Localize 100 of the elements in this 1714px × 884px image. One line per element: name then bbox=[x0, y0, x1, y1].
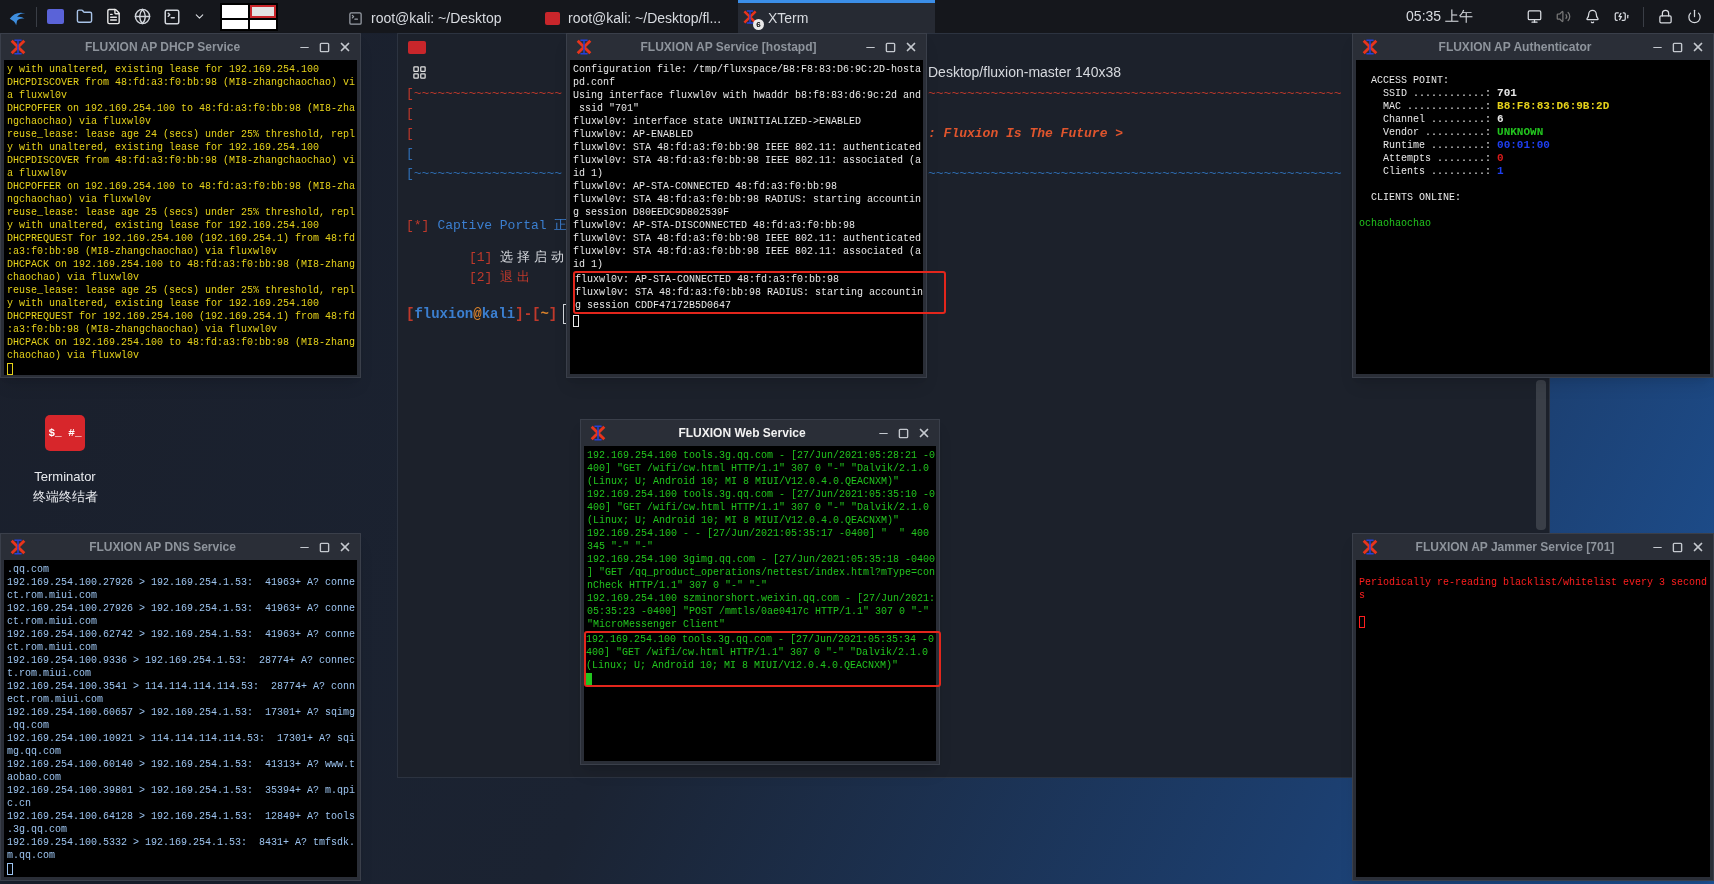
close-icon[interactable] bbox=[904, 40, 918, 54]
terminal-line: 192.169.254.100.64128 > 192.169.254.1.53: 12849+ A? tools bbox=[7, 810, 354, 823]
field-value: 0 bbox=[1497, 152, 1504, 165]
section-heading: ACCESS POINT: bbox=[1370, 74, 1450, 87]
terminal-line: y with unaltered, existing lease for 192.169.254.100 bbox=[7, 63, 321, 76]
browser-icon[interactable] bbox=[134, 8, 151, 25]
maximize-icon[interactable] bbox=[1672, 41, 1683, 53]
terminal-line: fluxwl0v: interface state UNINITIALIZED->ENABLED bbox=[573, 115, 863, 128]
option-key: [2] bbox=[469, 268, 493, 288]
grid-menu-icon[interactable] bbox=[412, 64, 427, 80]
terminal-line: fluxwl0v: STA 48:fd:a3:f0:bb:98 IEEE 802.11: associated (a bbox=[573, 154, 920, 167]
banner-line: [ bbox=[406, 105, 415, 123]
terminal-line: "MicroMessenger Client" bbox=[587, 618, 727, 631]
prompt-text: ] bbox=[548, 305, 558, 324]
terminal-line: fluxwl0v: AP-ENABLED bbox=[573, 128, 695, 141]
terminal-line: DHCPACK on 192.169.254.100 to 48:fd:a3:f0:bb:98 (MI8-zhang bbox=[7, 258, 354, 271]
field-label: Attempts ........: bbox=[1383, 152, 1492, 165]
terminal-line: Periodically re-reading blacklist/whitelist every 3 second bbox=[1359, 576, 1707, 589]
terminal-line: 400] "GET /wifi/cw.html HTTP/1.1" 307 0 "-" "Dalvik/2.1.0 bbox=[587, 462, 931, 475]
taskbar-button[interactable]: root@kali: ~/Desktop/fl... bbox=[541, 0, 738, 33]
terminal-line: y with unaltered, existing lease for 192.169.254.100 bbox=[7, 219, 321, 232]
field-label: Runtime .........: bbox=[1383, 139, 1492, 152]
terminal-line: ect.rom.miui.com bbox=[7, 693, 104, 706]
lock-icon[interactable] bbox=[1658, 9, 1673, 24]
field-value: UNKNOWN bbox=[1497, 126, 1544, 139]
x-logo-icon bbox=[1361, 38, 1379, 56]
window-title: FLUXION Web Service bbox=[677, 425, 807, 442]
field-value: 701 bbox=[1497, 87, 1517, 100]
terminal-line: ] "GET /qq_product_operations/nettest/index.html?mType=con bbox=[587, 566, 933, 579]
scrollbar[interactable] bbox=[1536, 380, 1546, 530]
maximize-icon[interactable] bbox=[898, 427, 909, 439]
close-icon[interactable] bbox=[338, 40, 352, 54]
option-label[interactable]: 选择启动 bbox=[500, 248, 569, 268]
terminal-line: fluxwl0v: STA 48:fd:a3:f0:bb:98 IEEE 802.11: authenticated bbox=[573, 232, 920, 245]
terminal-line: Using interface fluxwl0v with hwaddr b8:f8:83:d6:9c:2d and bbox=[573, 89, 920, 102]
terminal-line: reuse_lease: lease age 25 (secs) under 25% threshold, repl bbox=[7, 284, 354, 297]
client-name: ochaohaochao bbox=[1359, 217, 1432, 230]
maximize-icon[interactable] bbox=[319, 41, 330, 53]
terminal-line: DHCPDISCOVER from 48:fd:a3:f0:bb:98 (MI8-zhangchaochao) vi bbox=[7, 154, 354, 167]
taskbar-button[interactable]: 6 XTerm bbox=[738, 0, 935, 33]
banner-line: [ bbox=[406, 145, 415, 163]
terminal-line: ct.rom.miui.com bbox=[7, 615, 98, 628]
terminal-line: g session D80EEDC9D802539F bbox=[573, 206, 731, 219]
terminal-line: 192.169.254.100 3gimg.qq.com - [27/Jun/2021:05:35:18 -0400 bbox=[587, 553, 933, 566]
power-icon[interactable] bbox=[1687, 9, 1702, 24]
x-logo-icon bbox=[589, 424, 607, 442]
terminator-app-icon[interactable]: $_ #_ bbox=[45, 415, 85, 451]
text-editor-icon[interactable] bbox=[105, 8, 122, 25]
terminal-line: s bbox=[1359, 589, 1366, 602]
maximize-icon[interactable] bbox=[1672, 541, 1683, 553]
terminal-line: fluxwl0v: STA 48:fd:a3:f0:bb:98 IEEE 802.11: associated (a bbox=[573, 245, 920, 258]
taskbar-button[interactable]: root@kali: ~/Desktop bbox=[344, 0, 541, 33]
terminal-line: fluxwl0v: STA 48:fd:a3:f0:bb:98 RADIUS: starting accountin bbox=[575, 286, 925, 299]
terminal-line: DHCPDISCOVER from 48:fd:a3:f0:bb:98 (MI8-zhangchaochao) vi bbox=[7, 76, 354, 89]
maximize-icon[interactable] bbox=[885, 41, 896, 53]
terminal-line: nCheck HTTP/1.1" 307 0 "-" "-" bbox=[587, 579, 769, 592]
terminal-line: m.qq.com bbox=[7, 849, 56, 862]
terminal-line: 192.169.254.100 szminorshort.weixin.qq.com - [27/Jun/2021: bbox=[587, 592, 933, 605]
menu-heading: Captive Portal 正 bbox=[437, 217, 568, 235]
banner-line: ~~~~~~~~~~~~~~~~~~~~~~~~~~~~~~~~~~~~~~~~~~~~~~~~~~~~~ bbox=[928, 85, 1343, 103]
count-badge: 6 bbox=[753, 19, 764, 30]
field-value: 6 bbox=[1497, 113, 1504, 126]
icon-label[interactable]: 终端终结者 bbox=[32, 486, 98, 506]
close-icon[interactable] bbox=[1691, 540, 1705, 554]
terminal-line: DHCPOFFER on 192.169.254.100 to 48:fd:a3:f0:bb:98 (MI8-zha bbox=[7, 102, 354, 115]
terminal-line: 192.169.254.100 tools.3g.qq.com - [27/Jun/2021:05:28:21 -0 bbox=[587, 449, 933, 462]
volume-icon[interactable] bbox=[1556, 9, 1571, 24]
window-title: Desktop/fluxion-master 140x38 bbox=[928, 63, 1122, 82]
folder-icon[interactable] bbox=[76, 8, 93, 25]
maximize-icon[interactable] bbox=[319, 541, 330, 553]
terminal-line: :a3:f0:bb:98 (MI8-zhangchaochao) via fluxwl0v bbox=[7, 323, 279, 336]
window-title: FLUXION AP DNS Service bbox=[88, 539, 237, 556]
terminal-line: 192.169.254.100.62742 > 192.169.254.1.53: 41963+ A? conne bbox=[7, 628, 354, 641]
field-value: 1 bbox=[1497, 165, 1504, 178]
x-logo-icon bbox=[1361, 538, 1379, 556]
terminal-line: (Linux; U; Android 10; MI 8 MIUI/V12.0.4.0.QEACNXM)" bbox=[587, 475, 901, 488]
terminal-line: 192.169.254.100.39801 > 192.169.254.1.53: 35394+ A? m.qpi bbox=[7, 784, 354, 797]
close-icon[interactable] bbox=[917, 426, 931, 440]
x-logo-icon bbox=[9, 538, 27, 556]
workspace-switcher[interactable] bbox=[220, 2, 278, 31]
terminal-line: (Linux; U; Android 10; MI 8 MIUI/V12.0.4.0.QEACNXM)" bbox=[587, 514, 901, 527]
display-icon[interactable] bbox=[1527, 9, 1542, 24]
terminal-line: ngchaochao) via fluxwl0v bbox=[7, 193, 153, 206]
terminal-line: ct.rom.miui.com bbox=[7, 641, 98, 654]
terminal-line: a fluxwl0v bbox=[7, 167, 68, 180]
terminal-line: id 1) bbox=[573, 258, 604, 271]
banner-line: ~~~~~~~~~~~~~~~~~~~~~~~~~~~~~~~~~~~~~~~~~~~~~~~~~~~~~ bbox=[928, 165, 1343, 183]
terminal-line: 400] "GET /wifi/cw.html HTTP/1.1" 307 0 "-" "Dalvik/2.1.0 bbox=[587, 501, 931, 514]
field-label: Vendor ..........: bbox=[1383, 126, 1492, 139]
icon-label[interactable]: Terminator bbox=[34, 467, 96, 487]
close-icon[interactable] bbox=[338, 540, 352, 554]
clock[interactable]: 05:35 上午 bbox=[1406, 6, 1473, 27]
battery-icon[interactable] bbox=[1614, 9, 1629, 24]
terminal-line: ct.rom.miui.com bbox=[7, 589, 98, 602]
close-icon[interactable] bbox=[1691, 40, 1705, 54]
terminal-line: aobao.com bbox=[7, 771, 62, 784]
terminal-line: fluxwl0v: AP-STA-CONNECTED 48:fd:a3:f0:bb:98 bbox=[575, 273, 841, 286]
bell-icon[interactable] bbox=[1585, 9, 1600, 24]
terminal-line: 400] "GET /wifi/cw.html HTTP/1.1" 307 0 "-" "Dalvik/2.1.0 bbox=[586, 646, 930, 659]
field-label: Channel .........: bbox=[1383, 113, 1492, 126]
